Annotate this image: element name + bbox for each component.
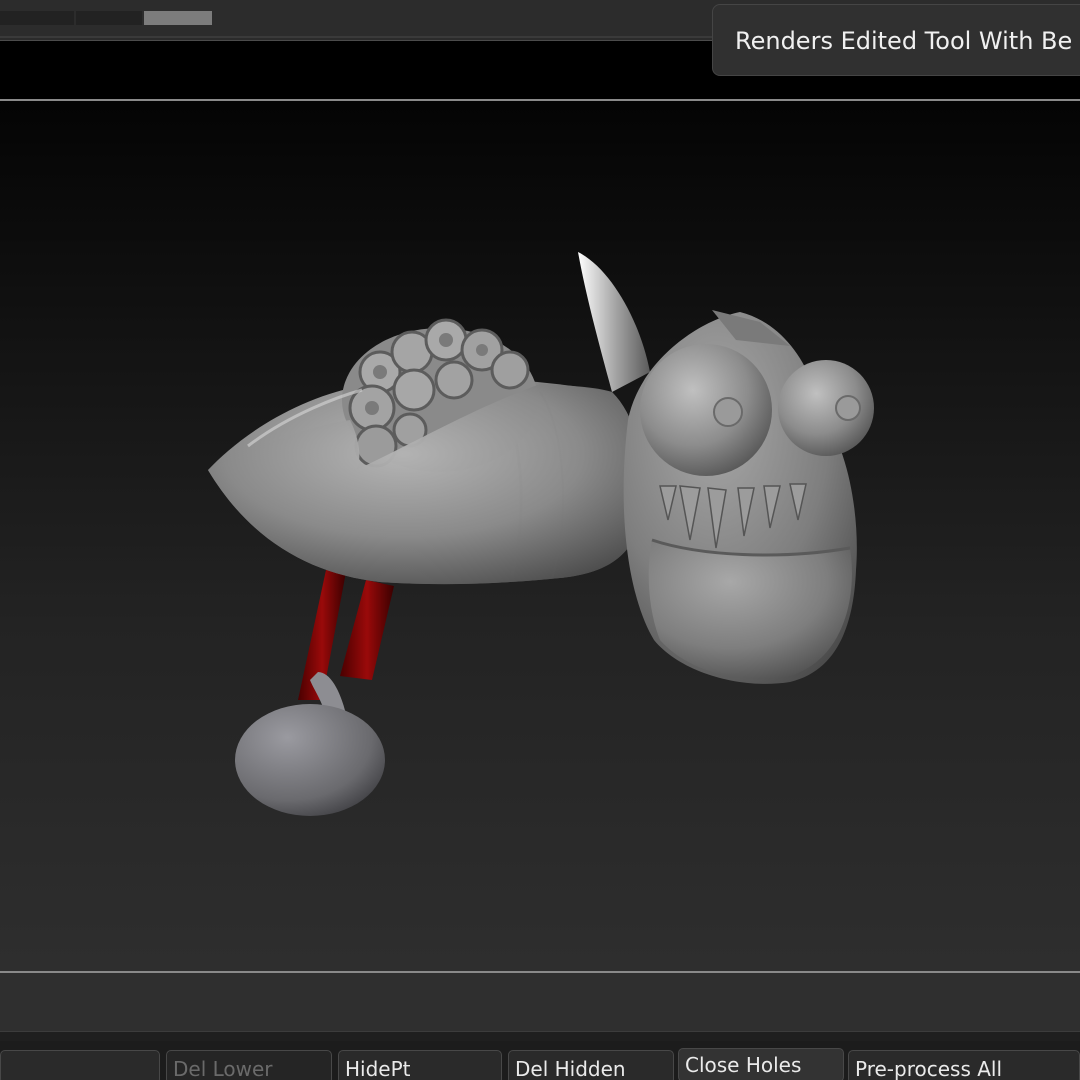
- preprocess-all-button[interactable]: Pre-process All: [848, 1050, 1080, 1080]
- del-lower-button[interactable]: Del Lower: [166, 1050, 332, 1080]
- eye-left: [640, 344, 772, 476]
- zbrush-window: Renders Edited Tool With Be Del Lower Hi…: [0, 0, 1080, 1080]
- dorsal-fin: [578, 252, 650, 392]
- tooltip: Renders Edited Tool With Be: [712, 4, 1080, 76]
- preprocess-all-label: Pre-process All: [855, 1057, 1003, 1080]
- toolbar-slider-track-middle[interactable]: [76, 11, 142, 25]
- red-leg-right: [340, 580, 394, 680]
- del-hidden-button[interactable]: Del Hidden: [508, 1050, 674, 1080]
- del-lower-label: Del Lower: [173, 1057, 273, 1080]
- hide-pt-label: HidePt: [345, 1057, 411, 1080]
- tooltip-text: Renders Edited Tool With Be: [735, 27, 1073, 55]
- toolbar-slider-handle[interactable]: [144, 11, 212, 25]
- rounded-foot: [235, 704, 385, 816]
- close-holes-label: Close Holes: [685, 1053, 802, 1077]
- bottom-shelf: [0, 973, 1080, 1031]
- 3d-viewport[interactable]: [0, 101, 1080, 971]
- pupil-left: [713, 397, 743, 427]
- del-hidden-label: Del Hidden: [515, 1057, 626, 1080]
- close-holes-button[interactable]: Close Holes: [678, 1048, 844, 1080]
- model-render[interactable]: [0, 101, 1080, 971]
- blank-button[interactable]: [0, 1050, 160, 1080]
- toolbar-slider-track-left[interactable]: [0, 11, 74, 25]
- hide-pt-button[interactable]: HidePt: [338, 1050, 502, 1080]
- geometry-button-row: Del Lower HidePt Del Hidden Close Holes …: [0, 1041, 1080, 1080]
- pupil-right: [835, 395, 861, 421]
